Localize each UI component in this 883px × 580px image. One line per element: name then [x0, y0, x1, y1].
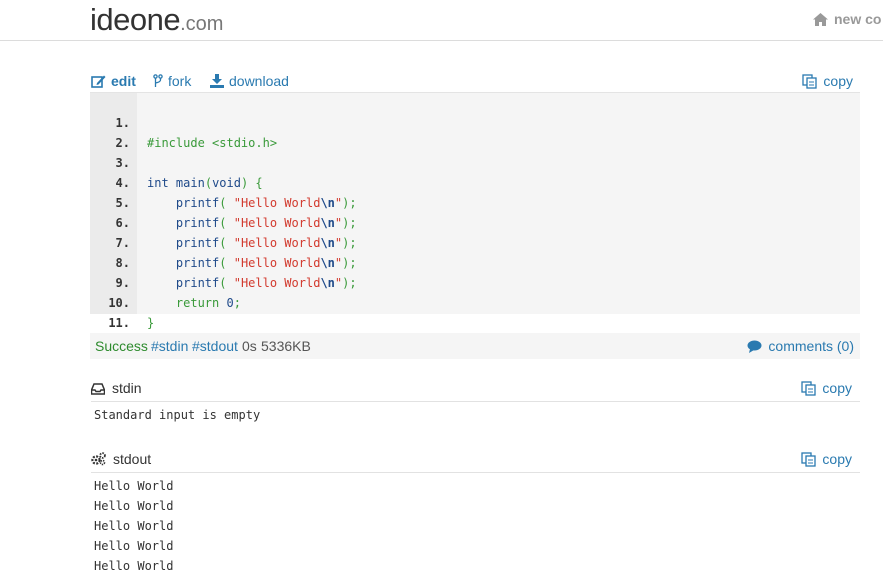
line-number: 11. [108, 316, 130, 330]
code-toolbar: edit fork download copy [91, 73, 861, 91]
source-code-box[interactable]: 1. #include <stdio.h> 2. 3. int main(voi… [90, 92, 860, 330]
stdin-copy-button[interactable]: copy [801, 380, 852, 396]
logo-suffix: .com [180, 13, 224, 35]
code-line: 7. printf( "Hello World\n"); [90, 213, 357, 270]
code-line: 6. printf( "Hello World\n"); [90, 193, 357, 250]
code-text: #include <stdio.h> [147, 136, 278, 150]
stdout-title-label: stdout [113, 451, 152, 467]
stdout-header: stdout copy [91, 451, 860, 473]
stdout-copy-label: copy [822, 451, 852, 467]
stdin-anchor-link[interactable]: #stdin [151, 333, 188, 359]
fork-label: fork [168, 73, 192, 89]
code-line: 4. printf( "Hello World\n"); [90, 153, 357, 210]
code-text: printf( "Hello World\n"); [175, 276, 357, 290]
comment-icon [747, 340, 762, 353]
memory-usage: 5336KB [261, 338, 311, 354]
stdout-anchor-link[interactable]: #stdout [192, 333, 238, 359]
gears-icon [91, 452, 106, 466]
code-copy-button[interactable]: copy [802, 73, 853, 89]
logo[interactable]: ideone.com [90, 2, 223, 38]
top-bar: ideone.com new co [0, 0, 883, 41]
home-icon [813, 13, 828, 26]
edit-label: edit [111, 73, 136, 89]
code-line: 5. printf( "Hello World\n"); [90, 173, 357, 230]
stdin-content: Standard input is empty [94, 408, 261, 422]
download-label: download [229, 73, 289, 89]
stdin-header: stdin copy [90, 380, 860, 402]
code-line: 8. printf( "Hello World\n"); [90, 233, 357, 290]
code-text: int main(void) { [147, 176, 263, 190]
code-line: 10. } [90, 273, 154, 330]
code-line: 2. [90, 113, 130, 150]
copy-icon [801, 381, 817, 396]
code-line: 3. int main(void) { [90, 133, 263, 190]
download-link[interactable]: download [210, 73, 289, 89]
download-icon [210, 74, 224, 88]
code-text: printf( "Hello World\n"); [175, 256, 357, 270]
fork-link[interactable]: fork [153, 73, 191, 89]
stdout-copy-button[interactable]: copy [801, 451, 852, 467]
stdout-line: Hello World [94, 559, 174, 573]
code-text: printf( "Hello World\n"); [175, 196, 357, 210]
stdin-title: stdin [90, 380, 142, 396]
execution-time: 0s [242, 338, 257, 354]
code-text: return 0; [175, 296, 241, 310]
stdout-line: Hello World [94, 539, 174, 553]
copy-icon [801, 452, 817, 467]
comments-link[interactable]: comments (0) [747, 333, 854, 359]
edit-link[interactable]: edit [91, 73, 136, 89]
code-text: printf( "Hello World\n"); [175, 236, 357, 250]
stdout-line: Hello World [94, 519, 174, 533]
stdin-copy-label: copy [822, 380, 852, 396]
stdout-title: stdout [91, 451, 151, 467]
code-line: 11. [90, 293, 130, 330]
code-text: } [147, 316, 155, 330]
code-copy-label: copy [823, 73, 853, 89]
stdin-title-label: stdin [112, 380, 142, 396]
edit-icon [91, 75, 106, 88]
new-code-link[interactable]: new co [813, 11, 881, 27]
logo-main: ideone [90, 2, 181, 37]
code-line: 9. return 0; [90, 253, 241, 310]
stdout-line: Hello World [94, 479, 174, 493]
code-text: printf( "Hello World\n"); [175, 216, 357, 230]
code-line: 1. #include <stdio.h> [90, 93, 278, 150]
result-status: Success [95, 338, 148, 354]
stdout-line: Hello World [94, 499, 174, 513]
fork-icon [153, 74, 163, 87]
copy-icon [802, 74, 818, 89]
new-code-label: new co [834, 11, 882, 27]
inbox-icon [90, 383, 106, 395]
comments-label: comments (0) [768, 338, 854, 354]
result-status-bar: Success #stdin #stdout 0s 5336KB comment… [90, 333, 860, 359]
